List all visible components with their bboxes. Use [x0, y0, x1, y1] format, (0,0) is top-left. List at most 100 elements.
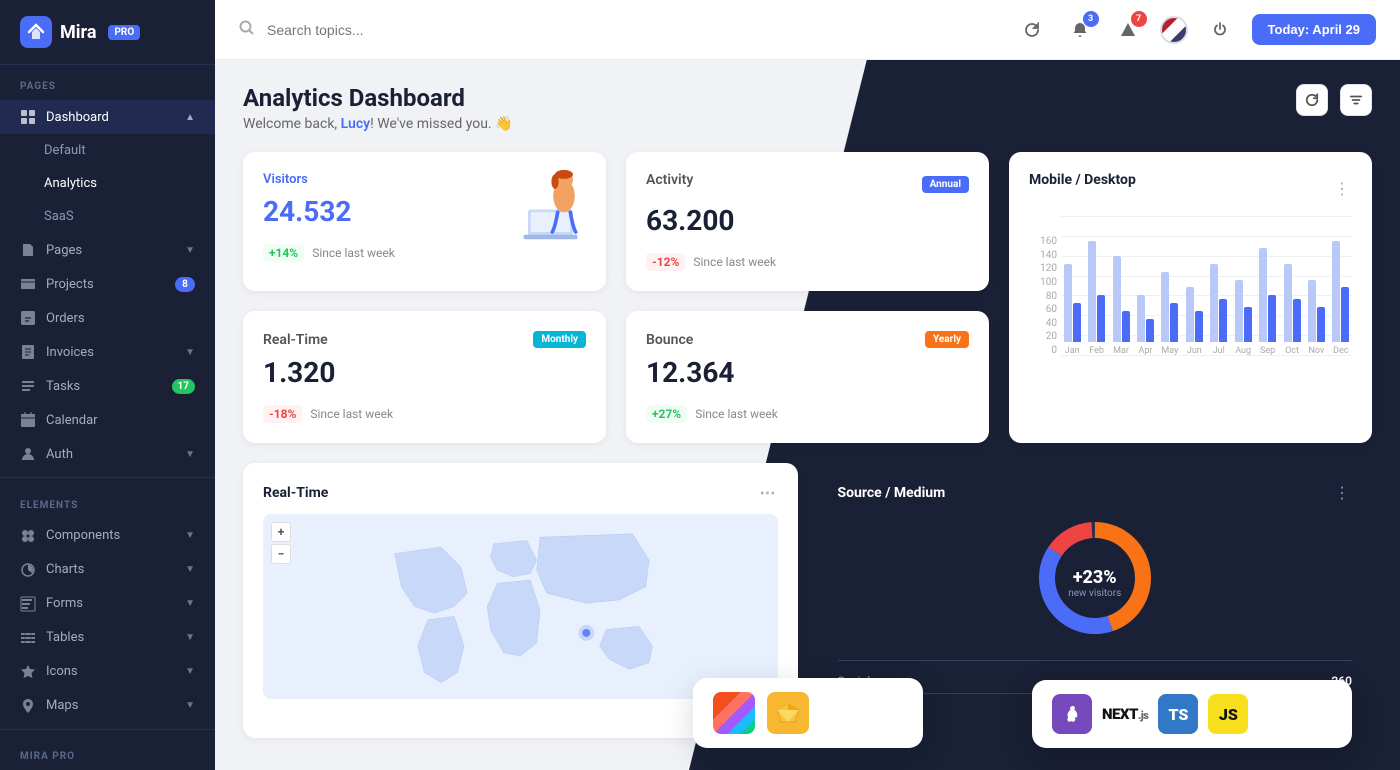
maps-label: Maps	[46, 698, 78, 713]
bar-mar-light	[1113, 256, 1121, 342]
sidebar-item-default[interactable]: Default	[0, 134, 215, 167]
mobile-desktop-chart-card: Mobile / Desktop ⋮ 160 140 120 100 80 60	[1009, 152, 1372, 443]
sidebar-item-forms[interactable]: Forms ▼	[0, 587, 215, 621]
activity-value: 63.200	[646, 204, 969, 237]
sidebar: Mira PRO PAGES Dashboard ▲ Default Analy…	[0, 0, 215, 770]
notifications-btn[interactable]: 3	[1064, 14, 1096, 46]
bar-may-dark	[1170, 303, 1178, 342]
bar-mar-dark	[1122, 311, 1130, 342]
sidebar-item-saas[interactable]: SaaS	[0, 200, 215, 233]
realtime-badge: Monthly	[533, 331, 586, 348]
alerts-btn[interactable]: 7	[1112, 14, 1144, 46]
zoom-out-btn[interactable]: −	[271, 544, 291, 564]
bar-feb-light	[1088, 241, 1096, 342]
y-label-100: 100	[1029, 277, 1057, 288]
chart-title: Mobile / Desktop	[1029, 172, 1136, 188]
tasks-label: Tasks	[46, 379, 80, 394]
analytics-label: Analytics	[44, 176, 97, 191]
bar-label-feb: Feb	[1089, 346, 1104, 356]
flag-avatar[interactable]	[1160, 16, 1188, 44]
y-label-120: 120	[1029, 263, 1057, 274]
projects-label: Projects	[46, 277, 94, 292]
bar-label-jul: Jul	[1213, 346, 1225, 356]
section-label-pages: PAGES	[0, 65, 215, 100]
activity-change: -12%	[646, 253, 685, 271]
bar-label-aug: Aug	[1235, 346, 1251, 356]
bounce-title: Bounce	[646, 332, 693, 348]
donut-label: new visitors	[1068, 588, 1121, 599]
bar-label-nov: Nov	[1309, 346, 1325, 356]
today-button[interactable]: Today: April 29	[1252, 14, 1376, 45]
chart-menu-btn[interactable]: ⋮	[1334, 179, 1352, 198]
bounce-footer: +27% Since last week	[646, 405, 969, 423]
tables-label: Tables	[46, 630, 84, 645]
bar-sep-dark	[1268, 295, 1276, 342]
section-label-mira-pro: MIRA PRO	[0, 735, 215, 770]
dashboard-label: Dashboard	[46, 110, 109, 125]
sidebar-item-auth[interactable]: Auth ▼	[0, 437, 215, 471]
charts-label: Charts	[46, 562, 84, 577]
filter-icon-btn[interactable]	[1340, 84, 1372, 116]
source-menu-btn[interactable]: ⋮	[1334, 483, 1352, 502]
bar-jun-light	[1186, 287, 1194, 342]
sidebar-item-orders[interactable]: Orders	[0, 301, 215, 335]
refresh-btn[interactable]	[1016, 14, 1048, 46]
bar-may-light	[1161, 272, 1169, 342]
sidebar-item-charts[interactable]: Charts ▼	[0, 553, 215, 587]
auth-chevron: ▼	[185, 449, 195, 460]
page-subtitle: Welcome back, Lucy! We've missed you. 👋	[243, 116, 513, 132]
power-btn[interactable]	[1204, 14, 1236, 46]
sidebar-item-pages[interactable]: Pages ▼	[0, 233, 215, 267]
calendar-label: Calendar	[46, 413, 98, 428]
grid-icon	[20, 109, 36, 125]
y-label-40: 40	[1029, 318, 1057, 329]
section-label-elements: ELEMENTS	[0, 484, 215, 519]
tasks-icon	[20, 378, 36, 394]
activity-title: Activity	[646, 172, 693, 188]
header-actions	[1296, 84, 1372, 116]
page-header: Analytics Dashboard Welcome back, Lucy! …	[243, 84, 1372, 132]
components-icon	[20, 528, 36, 544]
tools-figma-card	[693, 678, 923, 748]
maps-chevron: ▼	[185, 700, 195, 711]
bar-label-jun: Jun	[1187, 346, 1202, 356]
calendar-icon	[20, 412, 36, 428]
sidebar-item-calendar[interactable]: Calendar	[0, 403, 215, 437]
y-label-80: 80	[1029, 291, 1057, 302]
bar-label-dec: Dec	[1333, 346, 1348, 356]
sidebar-item-analytics[interactable]: Analytics	[0, 167, 215, 200]
sidebar-item-invoices[interactable]: Invoices ▼	[0, 335, 215, 369]
y-label-20: 20	[1029, 331, 1057, 342]
refresh-icon-btn[interactable]	[1296, 84, 1328, 116]
page-title: Analytics Dashboard	[243, 84, 513, 112]
orders-label: Orders	[46, 311, 85, 326]
sidebar-item-components[interactable]: Components ▼	[0, 519, 215, 553]
bar-aug-light	[1235, 280, 1243, 342]
realtime-change-label: Since last week	[310, 407, 393, 421]
sidebar-item-projects[interactable]: Projects 8	[0, 267, 215, 301]
map-controls: + −	[271, 522, 291, 564]
sidebar-item-tasks[interactable]: Tasks 17	[0, 369, 215, 403]
sidebar-item-icons[interactable]: Icons ▼	[0, 655, 215, 689]
visitors-illustration	[503, 160, 598, 250]
sidebar-item-dashboard[interactable]: Dashboard ▲	[0, 100, 215, 134]
javascript-logo: JS	[1208, 694, 1248, 734]
bar-dec-dark	[1341, 287, 1349, 342]
realtime-card: Real-Time Monthly 1.320 -18% Since last …	[243, 311, 606, 443]
bar-label-apr: Apr	[1138, 346, 1152, 356]
search-input[interactable]	[267, 22, 567, 38]
visitors-change: +14%	[263, 244, 304, 262]
sketch-logo	[767, 692, 809, 734]
bar-jul-dark	[1219, 299, 1227, 342]
components-label: Components	[46, 528, 120, 543]
zoom-in-btn[interactable]: +	[271, 522, 291, 542]
sidebar-item-tables[interactable]: Tables ▼	[0, 621, 215, 655]
source-title: Source / Medium	[838, 485, 946, 501]
world-map-svg	[263, 514, 778, 699]
bar-aug-dark	[1244, 307, 1252, 342]
map-menu-btn[interactable]: ⋯	[760, 483, 778, 502]
tables-chevron: ▼	[185, 632, 195, 643]
sidebar-item-maps[interactable]: Maps ▼	[0, 689, 215, 723]
bar-sep-light	[1259, 248, 1267, 342]
auth-icon	[20, 446, 36, 462]
